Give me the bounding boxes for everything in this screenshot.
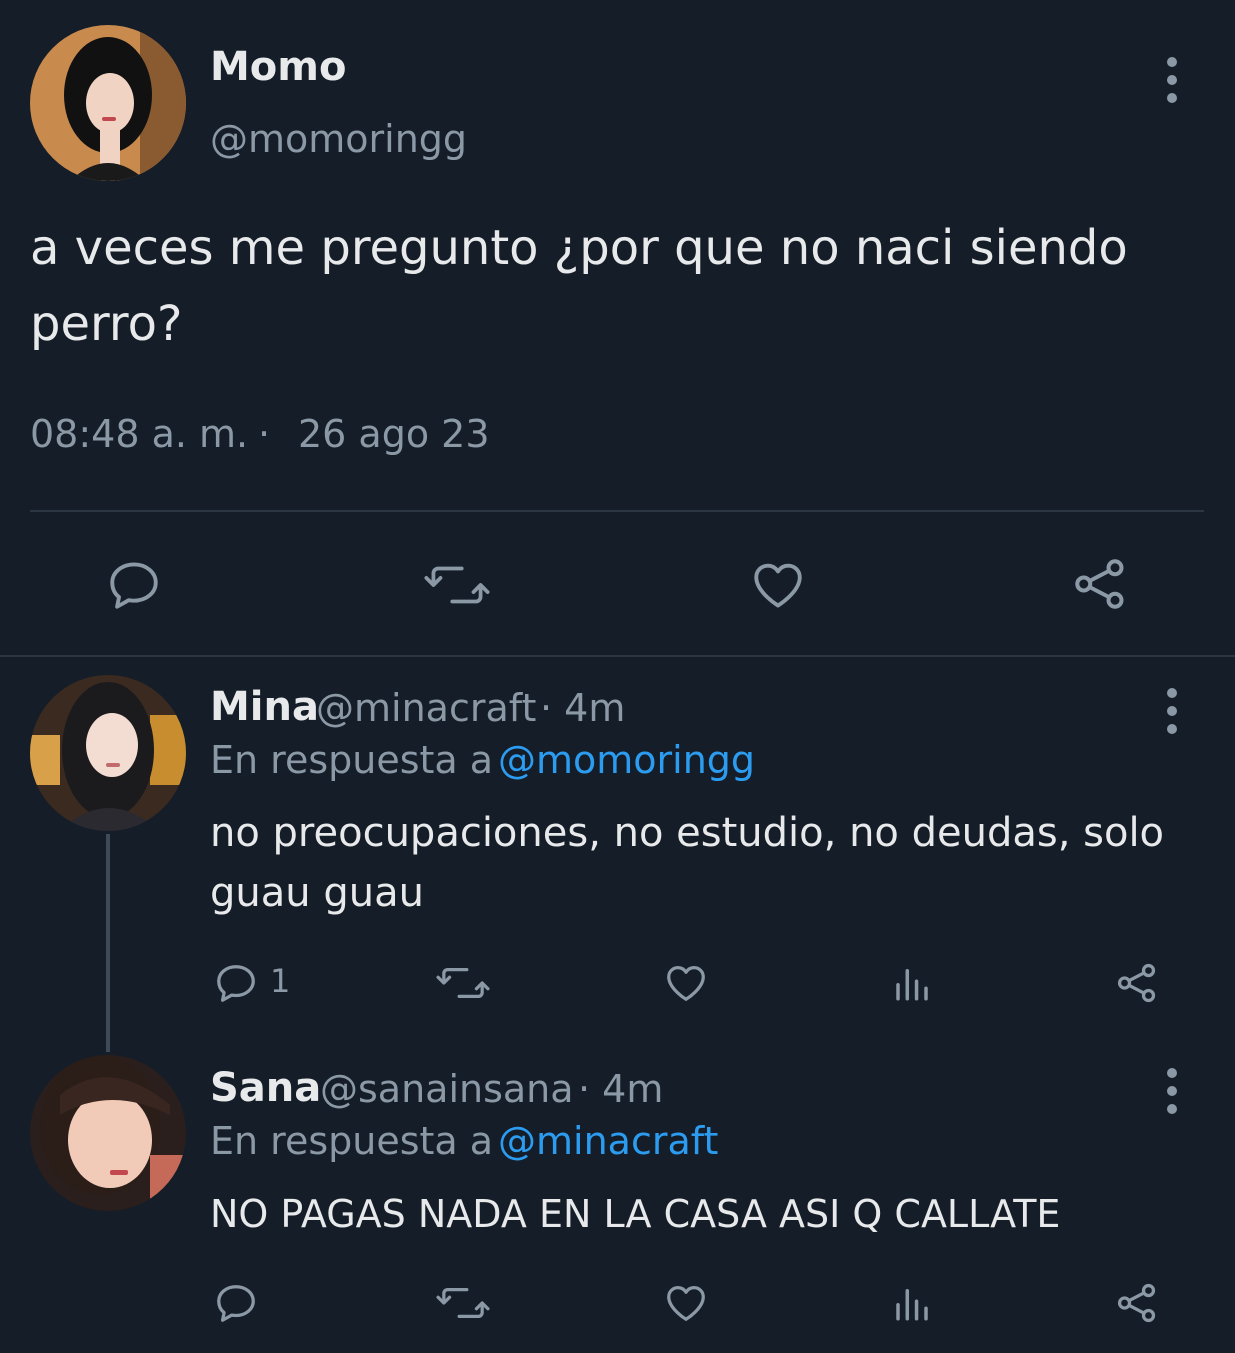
thread-line — [106, 834, 110, 1052]
replying-to-label: En respuesta a — [210, 1119, 494, 1163]
avatar-sana[interactable] — [30, 1055, 186, 1211]
replying-to-link[interactable]: @momoringg — [498, 738, 755, 782]
views-icon[interactable] — [890, 1282, 934, 1324]
reply-text-line-2: guau guau — [210, 870, 424, 916]
reply-author-name[interactable]: Mina — [210, 684, 319, 730]
reply-author-handle[interactable]: @minacraft — [316, 686, 536, 730]
like-icon[interactable] — [748, 556, 808, 614]
reply-icon[interactable] — [105, 556, 163, 614]
more-options-icon[interactable] — [1166, 57, 1178, 103]
retweet-icon[interactable] — [436, 1280, 490, 1326]
reply-author-handle[interactable]: @sanainsana — [320, 1067, 574, 1111]
reply-icon[interactable] — [213, 1280, 259, 1326]
tweet-text-line-2: perro? — [30, 296, 183, 352]
replying-to-link[interactable]: @minacraft — [498, 1119, 718, 1163]
tweet-divider — [30, 510, 1204, 512]
tweet-text-line-1: a veces me pregunto ¿por que no naci sie… — [30, 220, 1128, 276]
avatar-momo[interactable] — [30, 25, 186, 181]
share-icon[interactable] — [1114, 960, 1160, 1006]
share-icon[interactable] — [1114, 1280, 1160, 1326]
reply-count: 1 — [270, 962, 291, 1000]
tweet-date: 26 ago 23 — [298, 412, 490, 456]
reply-author-name[interactable]: Sana — [210, 1065, 321, 1111]
like-icon[interactable] — [662, 960, 710, 1006]
reply-text-line-1: no preocupaciones, no estudio, no deudas… — [210, 810, 1165, 856]
views-icon[interactable] — [890, 962, 934, 1004]
reply-icon[interactable] — [213, 960, 259, 1006]
author-name[interactable]: Momo — [210, 44, 346, 90]
author-handle[interactable]: @momoringg — [210, 117, 467, 161]
more-options-icon[interactable] — [1166, 1068, 1178, 1114]
reply-time: · 4m — [540, 686, 626, 730]
avatar-mina[interactable] — [30, 675, 186, 831]
section-divider — [0, 655, 1235, 657]
retweet-icon[interactable] — [424, 556, 490, 614]
replying-to-label: En respuesta a — [210, 738, 494, 782]
more-options-icon[interactable] — [1166, 688, 1178, 734]
reply-time: · 4m — [578, 1067, 664, 1111]
share-icon[interactable] — [1070, 554, 1130, 614]
tweet-meta-separator: · — [258, 412, 271, 456]
tweet-time: 08:48 a. m. — [30, 412, 249, 456]
reply-text-line-1: NO PAGAS NADA EN LA CASA ASI Q CALLATE — [210, 1192, 1061, 1236]
retweet-icon[interactable] — [436, 960, 490, 1006]
like-icon[interactable] — [662, 1280, 710, 1326]
